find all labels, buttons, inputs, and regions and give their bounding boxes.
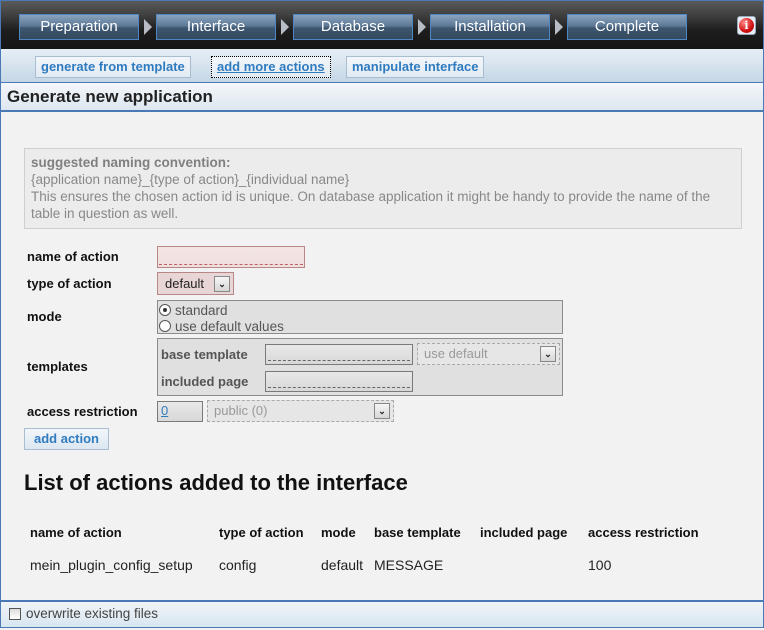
access-restriction-input[interactable]: 0 bbox=[157, 401, 203, 422]
hint-title: suggested naming convention: bbox=[31, 155, 231, 170]
main-panel: Generate new application suggested namin… bbox=[0, 83, 764, 600]
mode-option-label: use default values bbox=[175, 318, 284, 334]
tab-add-more-actions[interactable]: add more actions bbox=[211, 56, 331, 78]
chevron-down-icon[interactable]: ⌄ bbox=[540, 346, 556, 362]
mode-option-standard[interactable]: standard bbox=[159, 302, 228, 318]
column-header: base template bbox=[374, 525, 461, 540]
hint-description: This ensures the chosen action id is uni… bbox=[31, 189, 711, 221]
footer-bar: overwrite existing files bbox=[0, 600, 764, 628]
overwrite-existing-files-label[interactable]: overwrite existing files bbox=[26, 606, 158, 621]
tab-manipulate-interface[interactable]: manipulate interface bbox=[346, 56, 485, 78]
step-arrow-icon bbox=[144, 19, 152, 35]
info-icon: i bbox=[739, 18, 754, 33]
add-action-button[interactable]: add action bbox=[24, 428, 109, 450]
name-of-action-label: name of action bbox=[27, 249, 119, 264]
base-template-input[interactable] bbox=[265, 344, 413, 365]
step-preparation[interactable]: Preparation bbox=[19, 14, 139, 40]
table-cell: default bbox=[321, 557, 364, 573]
access-restriction-label: access restriction bbox=[27, 404, 138, 419]
type-of-action-select[interactable]: default ⌄ bbox=[157, 272, 234, 295]
name-of-action-input[interactable] bbox=[157, 246, 305, 268]
mode-option-default-values[interactable]: use default values bbox=[159, 318, 284, 334]
step-arrow-icon bbox=[418, 19, 426, 35]
base-template-select[interactable]: use default ⌄ bbox=[417, 343, 560, 365]
step-interface[interactable]: Interface bbox=[156, 14, 276, 40]
overwrite-existing-files-checkbox[interactable] bbox=[9, 608, 21, 620]
step-installation[interactable]: Installation bbox=[430, 14, 550, 40]
radio-unchecked-icon[interactable] bbox=[159, 320, 171, 332]
access-restriction-select-value: public (0) bbox=[214, 403, 268, 418]
type-of-action-value: default bbox=[165, 276, 205, 291]
access-restriction-value: 0 bbox=[161, 403, 169, 418]
included-page-input[interactable] bbox=[265, 371, 413, 392]
type-of-action-label: type of action bbox=[27, 276, 112, 291]
wizard-steps-bar: Preparation Interface Database Installat… bbox=[0, 0, 764, 49]
naming-hint-box: suggested naming convention: {applicatio… bbox=[24, 148, 742, 229]
info-button[interactable]: i bbox=[737, 16, 756, 35]
table-cell: mein_plugin_config_setup bbox=[30, 557, 193, 573]
step-database[interactable]: Database bbox=[293, 14, 413, 40]
step-arrow-icon bbox=[281, 19, 289, 35]
step-complete[interactable]: Complete bbox=[567, 14, 687, 40]
tab-generate-from-template[interactable]: generate from template bbox=[35, 56, 191, 78]
column-header: type of action bbox=[219, 525, 304, 540]
mode-radio-group: standard use default values bbox=[157, 300, 563, 334]
mode-option-label: standard bbox=[175, 302, 228, 318]
chevron-down-icon[interactable]: ⌄ bbox=[374, 403, 390, 419]
table-cell: config bbox=[219, 557, 257, 573]
table-cell: 100 bbox=[588, 557, 612, 573]
actions-list-title: List of actions added to the interface bbox=[24, 470, 408, 495]
column-header: name of action bbox=[30, 525, 122, 540]
step-arrow-icon bbox=[555, 19, 563, 35]
radio-checked-icon[interactable] bbox=[159, 304, 171, 316]
column-header: mode bbox=[321, 525, 356, 540]
sub-navigation: generate from template add more actions … bbox=[0, 49, 764, 83]
included-page-label: included page bbox=[161, 374, 249, 389]
hint-pattern: {application name}_{type of action}_{ind… bbox=[31, 172, 350, 187]
column-header: included page bbox=[480, 525, 568, 540]
base-template-label: base template bbox=[161, 347, 248, 362]
access-restriction-select[interactable]: public (0) ⌄ bbox=[207, 400, 394, 422]
templates-group: base template use default ⌄ included pag… bbox=[157, 338, 563, 396]
base-template-select-value: use default bbox=[424, 346, 488, 361]
page-title: Generate new application bbox=[1, 83, 763, 112]
templates-label: templates bbox=[27, 359, 88, 374]
table-cell: MESSAGE bbox=[374, 557, 444, 573]
mode-label: mode bbox=[27, 309, 62, 324]
column-header: access restriction bbox=[588, 525, 699, 540]
chevron-down-icon[interactable]: ⌄ bbox=[214, 276, 230, 292]
